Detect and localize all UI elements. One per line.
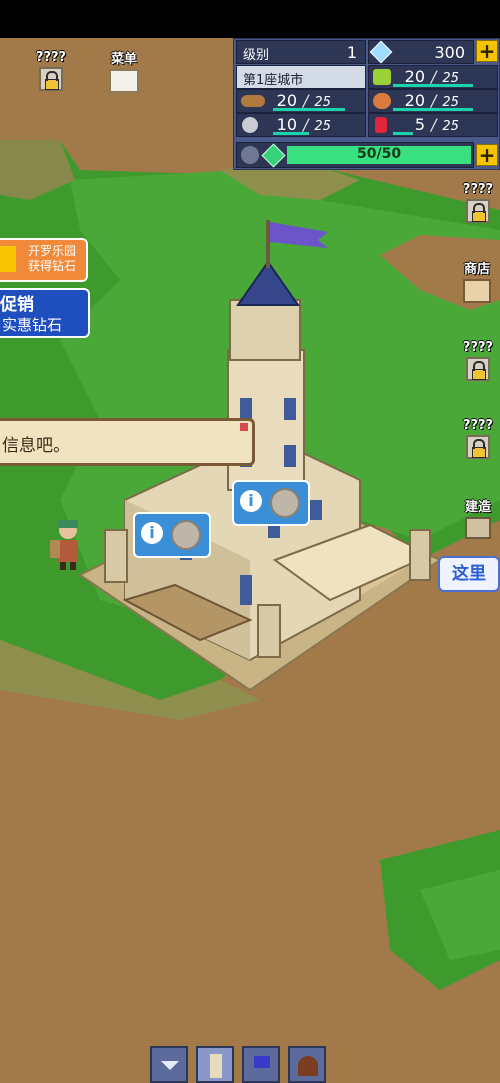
collapse-toolbar-button[interactable] bbox=[150, 1046, 188, 1083]
red-gem-icon bbox=[375, 117, 387, 133]
hammer-icon bbox=[465, 517, 491, 539]
lock-icon bbox=[466, 199, 490, 223]
energy-bar-frame: 50/50 bbox=[236, 142, 474, 168]
info-icon: i bbox=[240, 490, 262, 512]
signboard-icon bbox=[109, 69, 139, 93]
locked-feature-button-right-2[interactable]: ???? bbox=[456, 340, 500, 381]
info-bubble-left[interactable]: i bbox=[133, 512, 211, 558]
shop-label: 商店 bbox=[463, 262, 490, 277]
locked-feature-button-right-1[interactable]: ???? bbox=[456, 182, 500, 223]
resource-red-gem: 5/25 bbox=[368, 113, 498, 137]
citizen-avatar bbox=[171, 520, 201, 550]
citizen-avatar bbox=[270, 488, 300, 518]
energy-value: 50/50 bbox=[357, 146, 402, 162]
resource-stone: 10/25 bbox=[236, 113, 366, 137]
stone-bar bbox=[273, 132, 309, 135]
city-name: 第1座城市 bbox=[243, 73, 304, 88]
locked-label: ???? bbox=[35, 50, 67, 65]
message-text: 信息吧。 bbox=[2, 436, 70, 456]
locked-feature-button-right-3[interactable]: ???? bbox=[456, 418, 500, 459]
gems-value: 300 bbox=[434, 43, 465, 62]
locked-feature-button-top[interactable]: ???? bbox=[28, 50, 74, 91]
info-bubble-right[interactable]: i bbox=[232, 480, 310, 526]
message-box[interactable]: 信息吧。 bbox=[0, 418, 255, 466]
moon-icon bbox=[241, 146, 259, 164]
level-label: 级别 bbox=[243, 48, 270, 63]
add-energy-button[interactable]: + bbox=[476, 144, 498, 166]
stats-panel: 级别 1 300 + 第1座城市 20/25 20/25 20/25 10/25… bbox=[233, 38, 500, 170]
buildings-tab-button[interactable] bbox=[196, 1046, 234, 1083]
add-gems-button[interactable]: + bbox=[476, 40, 498, 62]
build-menu-button[interactable]: 建造 bbox=[456, 496, 500, 539]
city-name-cell: 第1座城市 bbox=[236, 65, 366, 89]
resource-vegetable: 20/25 bbox=[368, 89, 498, 113]
promo-subtitle: 实惠钻石 bbox=[2, 316, 63, 334]
log-bar bbox=[273, 108, 345, 111]
promo-banner[interactable]: 促销 实惠钻石 bbox=[0, 288, 90, 338]
game-link-banner[interactable]: 开罗乐园 获得钻石 bbox=[0, 238, 88, 282]
build-here-label: 这里 bbox=[452, 564, 486, 584]
locked-label: ???? bbox=[462, 418, 494, 433]
stone-icon bbox=[242, 117, 258, 133]
close-icon[interactable] bbox=[240, 423, 248, 431]
face-icon bbox=[0, 246, 16, 272]
locked-label: ???? bbox=[462, 182, 494, 197]
menu-button[interactable]: 菜单 bbox=[100, 48, 148, 93]
top-bar bbox=[0, 0, 500, 38]
flag-icon bbox=[254, 1056, 270, 1068]
cave-tab-button[interactable] bbox=[288, 1046, 326, 1083]
menu-label: 菜单 bbox=[110, 52, 137, 67]
chevron-down-icon bbox=[161, 1061, 179, 1070]
promo-title: 促销 bbox=[0, 295, 34, 315]
build-label: 建造 bbox=[464, 500, 491, 515]
shop-button[interactable]: 商店 bbox=[454, 258, 500, 303]
game-link-text: 开罗乐园 获得钻石 bbox=[28, 244, 77, 273]
lock-icon bbox=[39, 67, 63, 91]
vegetable-bar bbox=[393, 108, 473, 111]
resource-log: 20/25 bbox=[236, 89, 366, 113]
building-icon bbox=[210, 1054, 222, 1078]
lock-icon bbox=[466, 357, 490, 381]
green-diamond-icon bbox=[261, 143, 286, 168]
build-here-button[interactable]: 这里 bbox=[438, 556, 500, 592]
diamond-icon bbox=[369, 40, 393, 64]
crop-bar bbox=[393, 84, 473, 87]
locked-label: ???? bbox=[462, 340, 494, 355]
info-icon: i bbox=[141, 522, 163, 544]
red-gem-bar bbox=[393, 132, 413, 135]
level-value: 1 bbox=[346, 43, 357, 62]
cave-icon bbox=[298, 1056, 318, 1076]
shop-house-icon bbox=[463, 279, 491, 303]
gems-cell[interactable]: 300 bbox=[368, 40, 474, 64]
flag-tab-button[interactable] bbox=[242, 1046, 280, 1083]
resource-crop: 20/25 bbox=[368, 65, 498, 89]
lock-icon bbox=[466, 435, 490, 459]
level-cell: 级别 1 bbox=[236, 40, 366, 64]
